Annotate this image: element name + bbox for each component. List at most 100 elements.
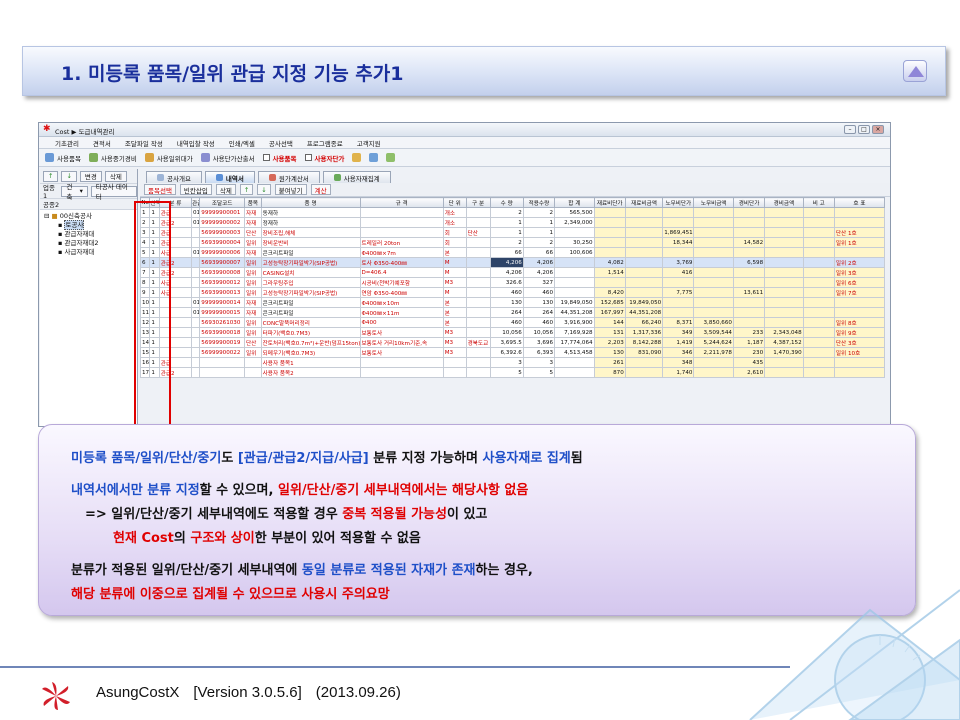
table-cell[interactable]: 870	[593, 367, 626, 378]
table-cell[interactable]: 단산 3호	[833, 337, 886, 348]
table-cell[interactable]	[802, 327, 835, 338]
table-cell[interactable]	[244, 367, 262, 378]
table-row[interactable]: 15 1 56999900022 일위 되메우기(백호0.7M3) 보통토사 M3 6,392…	[139, 347, 886, 358]
table-cell[interactable]: 1	[489, 217, 524, 228]
table-cell[interactable]	[593, 277, 626, 288]
table-cell[interactable]	[732, 207, 766, 218]
table-cell[interactable]: 5	[489, 367, 524, 378]
table-cell[interactable]	[802, 257, 835, 268]
table-cell[interactable]	[693, 277, 734, 288]
table-cell[interactable]	[764, 367, 804, 378]
table-cell[interactable]: M	[442, 287, 467, 298]
table-cell[interactable]: 자재	[244, 247, 262, 258]
table-cell[interactable]: 3,850,660	[693, 317, 734, 328]
table-cell[interactable]: 130	[593, 347, 626, 358]
table-cell[interactable]	[465, 257, 491, 268]
tree-root[interactable]: ⊟ ■ 00신축공사	[44, 212, 137, 221]
table-cell[interactable]: 6,598	[732, 257, 766, 268]
table-cell[interactable]	[764, 237, 804, 248]
table-cell[interactable]: 3,695.5	[489, 337, 524, 348]
table-cell[interactable]: 264	[489, 307, 524, 318]
table-cell[interactable]: 개소	[442, 207, 467, 218]
table-cell[interactable]: 일위	[244, 237, 262, 248]
table-cell[interactable]	[465, 287, 491, 298]
table-cell[interactable]: 보통토사	[359, 327, 444, 338]
tab-material-summary[interactable]: 사용자재집계	[322, 171, 391, 183]
table-cell[interactable]: 일위	[244, 257, 262, 268]
table-cell[interactable]	[732, 297, 766, 308]
table-cell[interactable]: 2	[489, 207, 524, 218]
table-cell[interactable]	[465, 277, 491, 288]
table-cell[interactable]: 6,393	[522, 347, 556, 358]
table-cell[interactable]: 99999900002	[199, 217, 246, 228]
category-select[interactable]: 건축 ▾	[61, 183, 88, 201]
used-items-checkbox[interactable]: 사용품목	[262, 153, 297, 163]
refresh-icon[interactable]	[386, 153, 396, 162]
table-cell[interactable]: 99999900014	[199, 297, 246, 308]
tree-item[interactable]: ▪ 토공사	[44, 220, 137, 230]
table-cell[interactable]: 264	[522, 307, 556, 318]
table-cell[interactable]	[833, 217, 886, 228]
table-cell[interactable]: 1	[522, 227, 556, 238]
table-cell[interactable]	[624, 287, 664, 298]
table-cell[interactable]: 327	[522, 277, 556, 288]
table-cell[interactable]: 보통토사	[359, 347, 444, 358]
table-cell[interactable]	[833, 367, 886, 378]
used-unit-price-button[interactable]: 사용일위대가	[144, 153, 193, 163]
table-cell[interactable]: 2	[522, 207, 556, 218]
table-cell[interactable]: 565,500	[554, 207, 595, 218]
table-cell[interactable]	[442, 367, 467, 378]
table-cell[interactable]: 터파기(백호0.7M3)	[260, 327, 361, 338]
table-cell[interactable]: 130	[489, 297, 524, 308]
table-cell[interactable]: 460	[489, 317, 524, 328]
table-cell[interactable]: 정재하	[260, 217, 361, 228]
table-cell[interactable]	[593, 217, 626, 228]
menu-item[interactable]: 기초관리	[55, 138, 79, 148]
table-cell[interactable]	[624, 247, 664, 258]
table-cell[interactable]: 460	[522, 287, 556, 298]
table-cell[interactable]: CONC말뚝머리정리	[260, 317, 361, 328]
column-header[interactable]: 경비금액	[764, 197, 804, 208]
table-cell[interactable]	[802, 227, 835, 238]
table-cell[interactable]: 자재	[244, 297, 262, 308]
settings-icon[interactable]	[352, 153, 362, 162]
table-cell[interactable]	[190, 277, 201, 288]
table-cell[interactable]	[554, 277, 595, 288]
table-cell[interactable]	[465, 207, 491, 218]
table-cell[interactable]: 6,392.6	[489, 347, 524, 358]
minimize-button[interactable]: –	[844, 125, 856, 134]
tree-item[interactable]: ▪ 관급자재대	[44, 230, 137, 239]
table-cell[interactable]: 경북도교	[465, 337, 491, 348]
column-header[interactable]: 구 분	[465, 197, 491, 208]
table-cell[interactable]: 본	[442, 317, 467, 328]
table-row[interactable]: 16 1 관급 사용자 품목1 3 3 261 348 435	[139, 357, 886, 368]
table-cell[interactable]: 66	[489, 247, 524, 258]
table-cell[interactable]: Φ400㎜×11m	[359, 307, 444, 318]
table-cell[interactable]: 18,344	[662, 237, 695, 248]
table-cell[interactable]: 일위	[244, 267, 262, 278]
table-cell[interactable]: M	[442, 267, 467, 278]
table-cell[interactable]	[802, 367, 835, 378]
table-cell[interactable]: 일위 10호	[833, 347, 886, 358]
table-cell[interactable]: 831,090	[624, 347, 664, 358]
table-cell[interactable]: 66,240	[624, 317, 664, 328]
menu-item[interactable]: 인쇄/엑셀	[229, 138, 255, 148]
table-cell[interactable]	[442, 357, 467, 368]
table-cell[interactable]: 일위 1호	[833, 237, 886, 248]
table-cell[interactable]: 자재	[244, 307, 262, 318]
user-price-checkbox[interactable]: 사용자단가	[304, 153, 344, 163]
table-row[interactable]: 4 1 관급 56939900004 일위 장비운반비 트레일러 20ton 회 2 2 30,25…	[139, 237, 886, 248]
table-cell[interactable]	[833, 247, 886, 258]
table-cell[interactable]: 2	[489, 237, 524, 248]
table-cell[interactable]: 콘크리트파일	[260, 247, 361, 258]
table-cell[interactable]	[732, 227, 766, 238]
table-cell[interactable]	[624, 237, 664, 248]
table-cell[interactable]: 5,244,624	[693, 337, 734, 348]
table-cell[interactable]	[802, 297, 835, 308]
table-cell[interactable]	[624, 217, 664, 228]
table-cell[interactable]: 사용자 품목2	[260, 367, 361, 378]
tab-overview[interactable]: 공사개요	[146, 171, 202, 183]
tab-estimate[interactable]: 내역서	[204, 171, 255, 183]
table-cell[interactable]: 콘크리트파일	[260, 297, 361, 308]
table-cell[interactable]	[190, 347, 201, 358]
